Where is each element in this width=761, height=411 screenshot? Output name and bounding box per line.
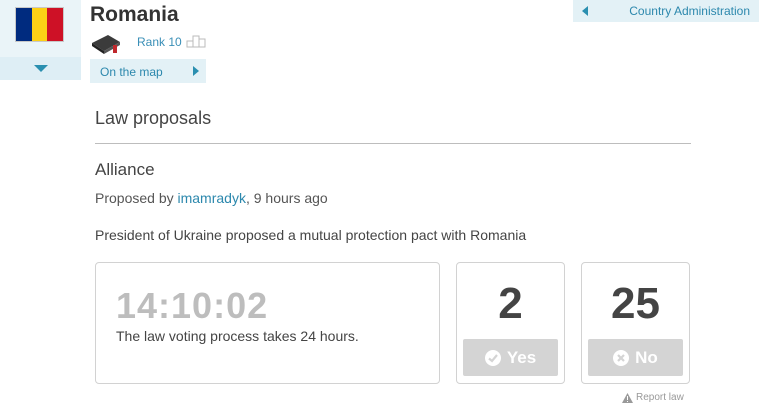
country-administration-button[interactable]: Country Administration [573,0,759,22]
x-circle-icon [613,349,630,366]
vote-yes-button[interactable]: Yes [463,339,558,376]
proposer-link[interactable]: imamradyk [178,190,246,206]
on-the-map-button[interactable]: On the map [90,59,206,83]
country-administration-label: Country Administration [629,4,750,18]
law-proposed-by: Proposed by imamradyk, 9 hours ago [95,190,328,206]
voting-timer: 14:10:02 [116,285,269,326]
yes-vote-card: 2 Yes [456,262,565,384]
proposed-time: , 9 hours ago [245,190,328,206]
book-icon [92,35,120,54]
rank-icon [186,35,206,48]
flag-stripe-red [47,8,64,41]
country-menu-toggle[interactable] [0,57,81,80]
no-vote-card: 25 No [581,262,690,384]
romania-flag [15,7,64,42]
vote-yes-label: Yes [506,347,537,367]
warning-icon [622,392,633,403]
flag-stripe-blue [16,8,32,41]
report-law-label: Report law [636,392,684,403]
section-title: Law proposals [95,108,212,128]
chevron-down-icon [33,65,48,72]
law-title: Alliance [95,160,155,179]
on-the-map-label: On the map [100,65,163,79]
country-flag-panel [0,0,81,80]
voting-timer-note: The law voting process takes 24 hours. [116,328,359,344]
country-rank[interactable]: Rank 10 [137,35,182,49]
law-description: President of Ukraine proposed a mutual p… [95,227,527,243]
chevron-right-icon [193,66,199,76]
vote-no-button[interactable]: No [588,339,683,376]
chevron-left-icon [582,6,588,16]
no-count: 25 [611,279,660,328]
section-divider [95,143,691,144]
flag-stripe-yellow [31,8,48,41]
check-circle-icon [484,349,501,366]
proposed-prefix: Proposed by [95,190,178,206]
report-law-link[interactable]: Report law [622,392,684,403]
voting-timer-card: 14:10:02 The law voting process takes 24… [95,262,440,384]
vote-no-label: No [635,347,658,367]
country-name: Romania [90,3,179,26]
yes-count: 2 [498,279,523,328]
